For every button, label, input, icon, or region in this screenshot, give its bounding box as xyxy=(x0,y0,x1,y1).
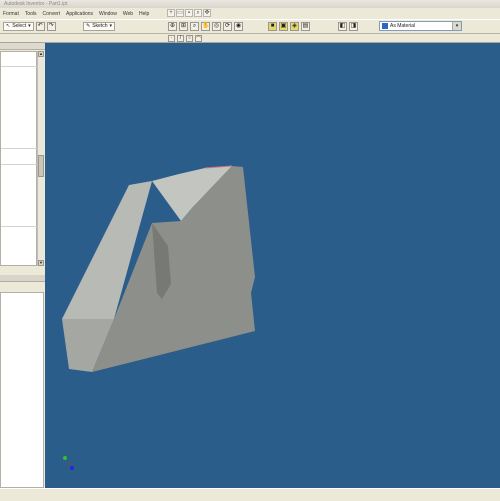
panel-bar-header xyxy=(0,43,45,50)
browser-panel: ▲ ▼ xyxy=(0,43,45,488)
circle-tool-icon[interactable]: ○ xyxy=(186,35,193,42)
menu-convert[interactable]: Convert xyxy=(40,11,64,17)
chevron-down-icon: ▾ xyxy=(452,22,461,30)
menu-window[interactable]: Window xyxy=(96,11,120,17)
menu-help[interactable]: Help xyxy=(136,11,152,17)
shaded-display-icon[interactable]: ■ xyxy=(268,22,277,31)
window-title: Autodesk Inventor - Part1.ipt xyxy=(0,0,500,8)
menu-web[interactable]: Web xyxy=(120,11,136,17)
rotate-icon[interactable]: ⟳ xyxy=(223,22,232,31)
shadow-icon[interactable]: ▣ xyxy=(279,22,288,31)
color-icon[interactable]: ▤ xyxy=(301,22,310,31)
panel-scrollbar[interactable]: ▲ ▼ xyxy=(37,51,44,266)
scroll-up-icon[interactable]: ▲ xyxy=(38,51,44,57)
status-bar xyxy=(0,488,500,501)
chevron-down-icon: ▾ xyxy=(28,23,31,29)
menu-applications[interactable]: Applications xyxy=(63,11,96,17)
material-swatch-icon xyxy=(382,23,388,29)
sketch-icon: ✎ xyxy=(86,23,91,29)
menu-quick-toolbar: + ▭ ▪ ⌕ ✥ xyxy=(167,9,211,17)
select-icon: ↖ xyxy=(6,23,11,29)
menu-bar: Format Tools Convert Applications Window… xyxy=(0,8,500,19)
look-at-icon[interactable]: ◉ xyxy=(234,22,243,31)
select-dropdown[interactable]: ↖ Select ▾ xyxy=(3,22,34,31)
panel-bar-body xyxy=(0,51,37,266)
material-value: As Material xyxy=(390,23,416,29)
zoom-selected-icon[interactable]: ◎ xyxy=(212,22,221,31)
line-tool-icon[interactable]: / xyxy=(177,35,184,42)
material-dropdown[interactable]: As Material ▾ xyxy=(379,21,462,31)
undo-icon[interactable]: ↶ xyxy=(35,22,45,31)
arc-tool-icon[interactable]: ◠ xyxy=(195,35,202,42)
redo-icon[interactable]: ↷ xyxy=(46,22,56,31)
save-icon[interactable]: ▪ xyxy=(185,9,193,17)
part-model[interactable] xyxy=(45,43,500,488)
secondary-toolbar: · / ○ ◠ xyxy=(0,34,500,43)
model-browser[interactable] xyxy=(0,292,44,488)
camera-icon[interactable]: ◈ xyxy=(290,22,299,31)
visibility-icon[interactable]: ◨ xyxy=(349,22,358,31)
open-icon[interactable]: ▭ xyxy=(176,9,184,17)
part-icon[interactable]: ◧ xyxy=(338,22,347,31)
scroll-down-icon[interactable]: ▼ xyxy=(38,260,44,266)
axis-indicator-red xyxy=(68,463,70,465)
zoom-window-icon[interactable]: ⊞ xyxy=(179,22,188,31)
axis-indicator-blue xyxy=(70,466,74,470)
sketch-dropdown[interactable]: ✎ Sketch ▾ xyxy=(83,22,116,31)
axis-indicator-green xyxy=(63,456,67,460)
menu-tools[interactable]: Tools xyxy=(22,11,40,17)
chevron-down-icon: ▾ xyxy=(109,23,113,29)
menu-format[interactable]: Format xyxy=(0,11,22,17)
sketch-tool-icon[interactable]: · xyxy=(168,35,175,42)
graphics-window[interactable] xyxy=(45,43,500,488)
new-icon[interactable]: + xyxy=(167,9,175,17)
scroll-thumb[interactable] xyxy=(38,155,44,177)
browser-header xyxy=(0,275,45,282)
pan-icon[interactable]: ✋ xyxy=(201,22,210,31)
zoom-icon[interactable]: ⌕ xyxy=(194,9,202,17)
zoom-icon[interactable]: ⌕ xyxy=(190,22,199,31)
zoom-all-icon[interactable]: ⊕ xyxy=(168,22,177,31)
pan-icon[interactable]: ✥ xyxy=(203,9,211,17)
